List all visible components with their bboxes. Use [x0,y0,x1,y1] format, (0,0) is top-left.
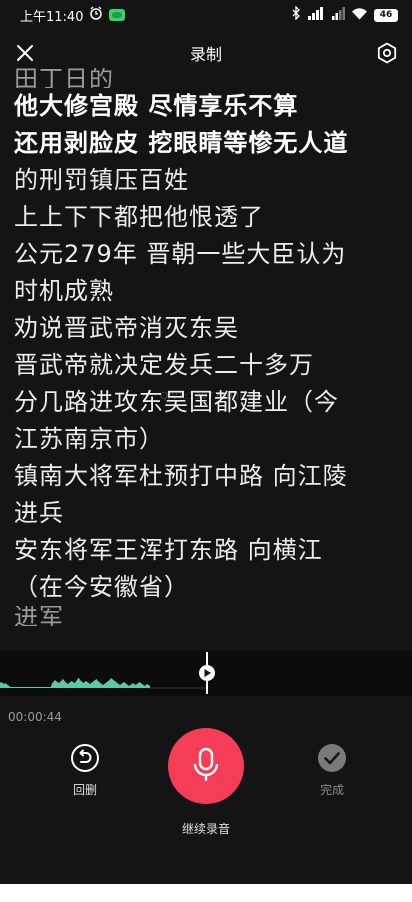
transcript-line: 时机成熟 [14,277,114,305]
recording-screen: 上午11:40 46 录制 田丁日的 他大修宫殿 尽情享乐不算 还用剥脸皮 挖眼… [0,0,412,884]
page-title: 录制 [189,45,222,64]
check-icon [318,744,346,772]
bottom-strip [0,884,412,902]
transcript-line: 安东将军王浑打东路 向横江 [14,536,323,564]
transcript-line: 公元279年 晋朝一些大臣认为 [14,240,347,268]
status-time: 上午11:40 [20,9,84,25]
undo-icon [71,744,99,772]
wechat-icon [109,9,126,21]
transcript-line: 江苏南京市） [14,425,164,453]
watermark: Q/VX:1397750885 [160,391,252,402]
transcript-line: 晋武帝就决定发兵二十多万 [14,351,314,379]
transcript-line: 还用剥脸皮 挖眼睛等惨无人道 [14,129,349,157]
transcript-line: 镇南大将军杜预打中路 向江陵 [14,462,348,490]
transcript-line: 上上下下都把他恨透了 [14,203,264,231]
wifi-icon [351,7,368,24]
transcript-line: 劝说晋武帝消灭东吴 [14,314,239,342]
transcript-line: 分几路进攻东吴国都建业（今 [14,388,339,416]
status-bar: 上午11:40 46 [0,0,412,30]
transcript-line: 进兵 [14,499,64,527]
transcript-line: 他大修宫殿 尽情享乐不算 [14,92,299,120]
undo-delete-button[interactable]: 回删 [60,743,110,798]
undo-label: 回删 [72,783,97,797]
transcript-line: 的刑罚镇压百姓 [14,166,189,194]
waveform-timeline[interactable] [0,650,412,696]
microphone-icon [193,747,219,781]
record-button-group [166,728,246,804]
transcript-line: 进军 [14,606,64,626]
done-button[interactable]: 完成 [305,743,359,798]
alarm-icon [89,6,103,24]
close-button[interactable] [12,40,38,66]
transcript-line: 田丁日的 [14,68,114,88]
record-button[interactable] [168,728,244,804]
waveform-fill [0,678,150,688]
transcript-text: 田丁日的他大修宫殿 尽情享乐不算还用剥脸皮 挖眼睛等惨无人道 的刑罚镇压百姓上上下… [0,68,412,650]
transcript-line: （在今安徽省） [14,573,189,601]
done-label: 完成 [319,783,344,797]
signal-icon [307,6,325,24]
close-icon [17,45,33,61]
signal-2-icon [331,6,345,24]
waveform [0,652,215,694]
settings-button[interactable] [374,40,400,66]
settings-icon [377,42,397,64]
bluetooth-icon [292,5,301,24]
recording-timestamp: 00:00:44 [8,710,62,724]
battery-icon: 46 [374,8,398,22]
continue-recording-label: 继续录音 [181,822,230,836]
